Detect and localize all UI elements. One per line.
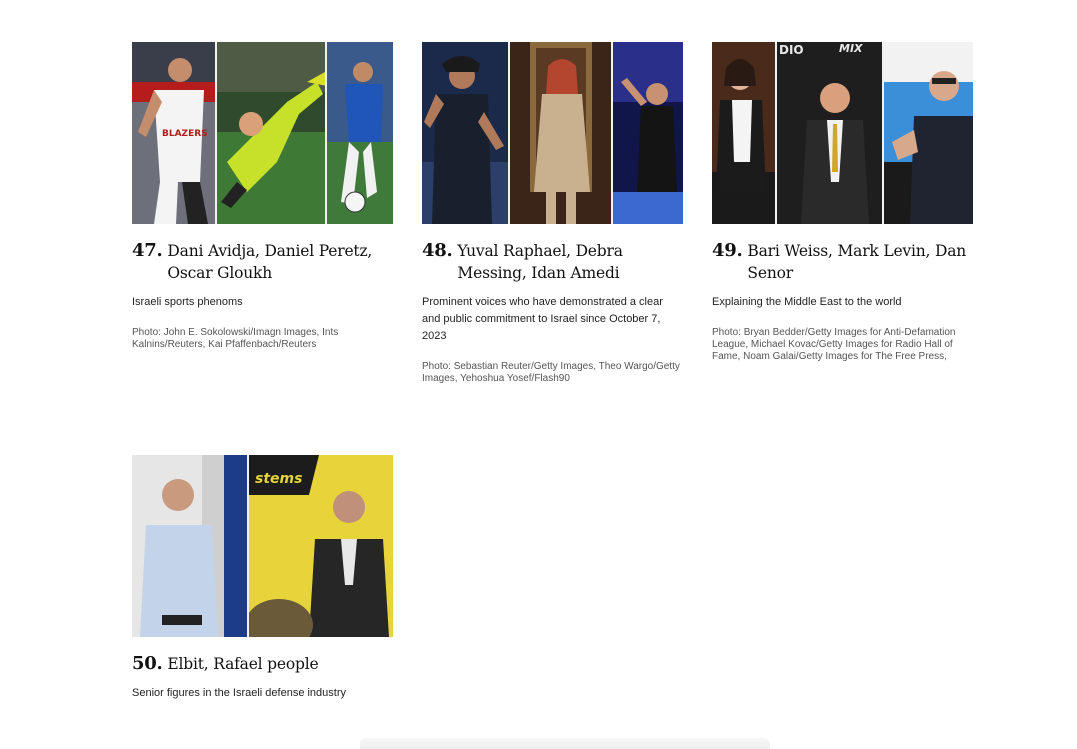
card-title[interactable]: 50. Elbit, Rafael people bbox=[132, 653, 393, 675]
card-photo[interactable]: BLAZERS bbox=[132, 42, 393, 224]
presenter-image: stems bbox=[249, 455, 393, 637]
actress-image bbox=[509, 42, 612, 224]
radio-host-image: DIO MIX bbox=[777, 42, 883, 224]
banner-text: stems bbox=[255, 471, 302, 487]
jersey-text: BLAZERS bbox=[162, 129, 208, 139]
basketball-player-image: BLAZERS bbox=[132, 42, 215, 224]
honoree-names: Elbit, Rafael people bbox=[167, 655, 319, 673]
card-photo[interactable]: DIO MIX bbox=[712, 42, 973, 224]
card-title[interactable]: 47. Dani Avidja, Daniel Peretz, Oscar Gl… bbox=[132, 240, 393, 284]
photo-panel-actor bbox=[611, 42, 683, 224]
singer-image bbox=[422, 42, 508, 224]
photo-panel-presenter: stems bbox=[247, 455, 393, 637]
card-title[interactable]: 49. Bari Weiss, Mark Levin, Dan Senor bbox=[712, 240, 973, 284]
photo-panel-radio-host: DIO MIX bbox=[775, 42, 883, 224]
list-item: DIO MIX 49. Bari Weiss, Mark Levin, Dan … bbox=[712, 42, 973, 363]
photo-credit: Photo: John E. Sokolowski/Imagn Images, … bbox=[132, 327, 339, 350]
photo-panel-actress bbox=[507, 42, 612, 224]
actor-image bbox=[613, 42, 683, 224]
list-item: BLAZERS 47. Dani Avidja, Daniel Peretz, … bbox=[132, 42, 393, 351]
rank-number: 50. bbox=[132, 653, 163, 674]
card-description: Israeli sports phenoms bbox=[132, 296, 243, 308]
executive-image bbox=[132, 455, 248, 637]
honoree-names: Dani Avidja, Daniel Peretz, Oscar Gloukh bbox=[167, 242, 373, 282]
list-item: stems 50. Elbit, Rafael people Senior fi… bbox=[132, 455, 393, 702]
photo-panel-speaker bbox=[882, 42, 973, 224]
photo-panel-footballer bbox=[325, 42, 393, 224]
card-photo[interactable]: stems bbox=[132, 455, 393, 637]
card-description: Senior figures in the Israeli defense in… bbox=[132, 687, 347, 699]
card-description: Prominent voices who have demonstrated a… bbox=[422, 296, 663, 342]
list-item: 48. Yuval Raphael, Debra Messing, Idan A… bbox=[422, 42, 683, 385]
rank-number: 47. bbox=[132, 240, 163, 261]
photo-panel-executive bbox=[132, 455, 248, 637]
photo-panel-basketball: BLAZERS bbox=[132, 42, 215, 224]
photo-credit: Photo: Bryan Bedder/Getty Images for Ant… bbox=[712, 327, 956, 362]
footballer-image bbox=[327, 42, 393, 224]
photo-panel-goalkeeper bbox=[214, 42, 326, 224]
speaker-image bbox=[884, 42, 973, 224]
photo-credit: Photo: Sebastian Reuter/Getty Images, Th… bbox=[422, 361, 680, 384]
honoree-names: Bari Weiss, Mark Levin, Dan Senor bbox=[747, 242, 967, 282]
rank-number: 49. bbox=[712, 240, 743, 261]
bottom-edge-shadow bbox=[360, 738, 770, 749]
goalkeeper-image bbox=[216, 42, 326, 224]
rank-number: 48. bbox=[422, 240, 453, 261]
photo-panel-journalist bbox=[712, 42, 776, 224]
backdrop-logo-text: MIX bbox=[839, 42, 863, 55]
journalist-image bbox=[712, 42, 776, 224]
card-description: Explaining the Middle East to the world bbox=[712, 296, 902, 308]
card-title[interactable]: 48. Yuval Raphael, Debra Messing, Idan A… bbox=[422, 240, 683, 284]
photo-panel-singer bbox=[422, 42, 508, 224]
honoree-names: Yuval Raphael, Debra Messing, Idan Amedi bbox=[457, 242, 623, 282]
backdrop-text: DIO bbox=[779, 43, 804, 57]
card-photo[interactable] bbox=[422, 42, 683, 224]
